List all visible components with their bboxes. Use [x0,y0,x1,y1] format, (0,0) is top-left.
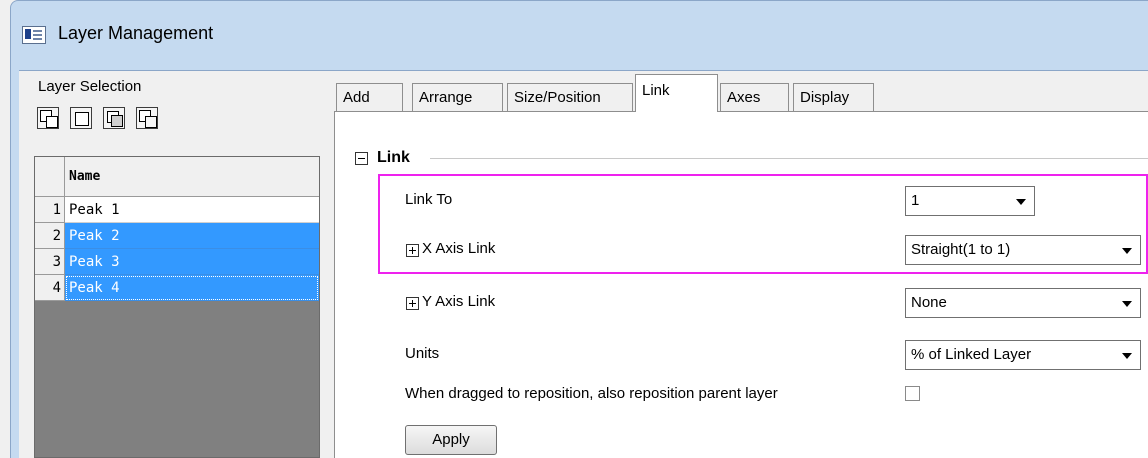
units-label: Units [405,345,440,362]
row-number: 3 [35,249,65,275]
layer-arrange-icon-2[interactable] [70,107,92,129]
row-number: 1 [35,197,65,223]
units-dropdown[interactable]: % of Linked Layer [905,340,1141,370]
y-axis-link-value: None [911,294,947,311]
layer-name-cell[interactable]: Peak 4 [65,275,319,301]
reposition-label: When dragged to reposition, also reposit… [405,385,778,402]
layer-arrange-icon-3[interactable] [103,107,125,129]
link-to-dropdown[interactable]: 1 [905,186,1035,216]
expand-icon[interactable] [406,297,419,310]
y-axis-link-dropdown[interactable]: None [905,288,1141,318]
table-row[interactable]: 3 Peak 3 [35,249,319,275]
x-axis-link-dropdown[interactable]: Straight(1 to 1) [905,235,1141,265]
layer-selection-label: Layer Selection [38,78,142,95]
grid-corner [35,157,65,197]
section-title: Link [377,149,410,166]
tab-link[interactable]: Link [635,74,718,112]
window-border [10,70,19,458]
table-row[interactable]: 1 Peak 1 [35,197,319,223]
apply-button[interactable]: Apply [405,425,497,455]
layer-name-cell[interactable]: Peak 1 [65,197,319,223]
row-number: 4 [35,275,65,301]
tab-arrange[interactable]: Arrange [412,83,503,111]
y-axis-link-label: Y Axis Link [422,293,496,310]
tab-panel [334,111,1148,458]
link-to-label: Link To [405,191,453,208]
chevron-down-icon [1122,301,1132,307]
link-to-value: 1 [911,192,920,209]
layer-arrange-icon-4[interactable] [136,107,158,129]
chevron-down-icon [1122,248,1132,254]
reposition-checkbox[interactable] [905,386,920,401]
section-divider [430,158,1148,159]
column-header-name[interactable]: Name [65,157,319,197]
grid-header-row: Name [35,157,319,197]
expand-icon[interactable] [406,244,419,257]
units-value: % of Linked Layer [911,346,1032,363]
layer-name-cell[interactable]: Peak 2 [65,223,319,249]
chevron-down-icon [1122,353,1132,359]
tab-display[interactable]: Display [793,83,874,111]
tab-size-position[interactable]: Size/Position [507,83,633,111]
row-number: 2 [35,223,65,249]
table-row[interactable]: 4 Peak 4 [35,275,319,301]
layer-arrange-icon-1[interactable] [37,107,59,129]
collapse-icon[interactable] [355,152,368,165]
tab-add[interactable]: Add [336,83,403,111]
tab-axes[interactable]: Axes [720,83,789,111]
layer-grid[interactable]: Name 1 Peak 1 2 Peak 2 3 Peak 3 4 Peak 4 [34,156,320,458]
app-icon [22,26,46,44]
x-axis-link-label: X Axis Link [422,240,496,257]
x-axis-link-value: Straight(1 to 1) [911,241,1011,258]
table-row[interactable]: 2 Peak 2 [35,223,319,249]
chevron-down-icon [1016,199,1026,205]
layer-name-cell[interactable]: Peak 3 [65,249,319,275]
window-title: Layer Management [58,23,214,43]
